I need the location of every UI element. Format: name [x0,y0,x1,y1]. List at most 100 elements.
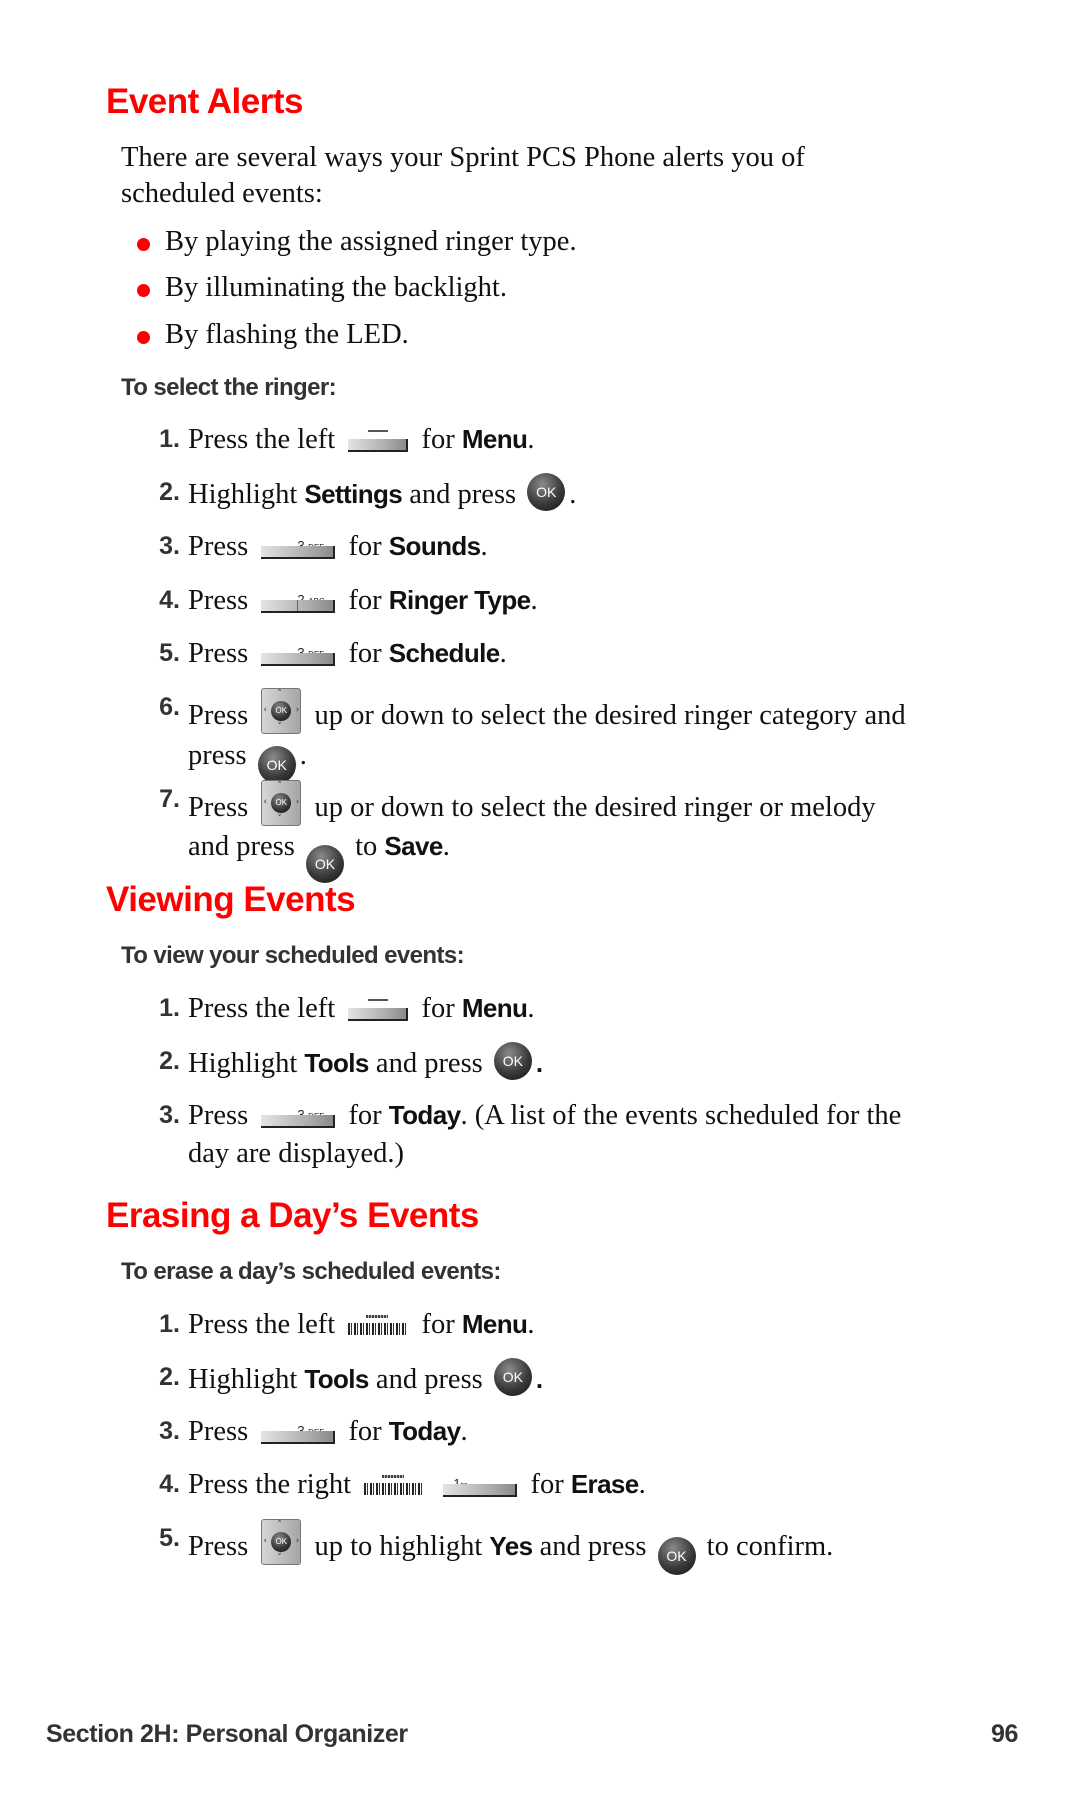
step-text: for [348,585,382,616]
step-text: . [638,1469,646,1500]
step-text: to confirm. [706,1531,834,1562]
menu-term: Today [388,1416,461,1446]
step-number: 7. [159,785,180,813]
menu-term: Schedule [388,638,500,668]
step-number: 2. [159,1363,180,1391]
page-number: 96 [991,1720,1019,1748]
step-number: 5. [159,639,180,667]
step-text: for [530,1469,564,1500]
step-text: for [421,993,455,1024]
step-text: . (A list of the events scheduled for th… [460,1100,902,1131]
step-number: 2. [159,1047,180,1075]
step-text: and press [375,1048,483,1079]
manual-page: Event Alerts There are several ways your… [0,0,1080,1800]
left-softkey-icon [348,1309,409,1339]
intro-paragraph: There are several ways your Sprint PCS P… [121,140,921,212]
bullet-icon [137,283,150,297]
navigation-key-icon: ˄ ‹ OK › ˅ [261,1519,302,1565]
3-def-key-icon: 3 DEF [261,1096,336,1130]
step-text: Press [188,531,249,562]
procedure-title-select-ringer: To select the ringer: [121,374,337,401]
heading-viewing-events: Viewing Events [106,880,356,919]
step-text: . [442,831,450,862]
step-text: Press the right [188,1469,352,1500]
step-text: for [421,424,455,455]
step-text: Press the left [188,1309,336,1340]
step-text: . [569,479,577,510]
step-number: 1. [159,994,180,1022]
3-def-key-icon: 3 DEF [261,527,336,561]
step-text: Press [188,1416,249,1447]
procedure-title-erase-events: To erase a day’s scheduled events: [121,1258,501,1285]
step-number: 4. [159,586,180,614]
bullet-icon [137,237,150,251]
intro-line-1: There are several ways your Sprint PCS P… [121,142,805,173]
ok-button-icon: OK [493,1358,532,1396]
step-text: . [499,638,507,669]
step-text: Press the left [188,993,336,1024]
step-number: 5. [159,1524,180,1552]
menu-term: Menu [461,424,528,454]
bullet-item: By flashing the LED. [137,319,409,351]
step-text: Press the left [188,424,336,455]
bullet-text: By illuminating the backlight. [165,272,507,303]
menu-term: Settings [304,479,403,509]
step-text: and press [375,1364,483,1395]
menu-term: Save [384,831,443,861]
step-text: Highlight [188,1048,298,1079]
step-text: Highlight [188,1364,298,1395]
step-text: Press [188,1100,249,1131]
heading-erasing-events: Erasing a Day’s Events [106,1196,479,1235]
bullet-item: By playing the assigned ringer type. [137,226,577,258]
step-text: Press [188,1531,249,1562]
step-text: to [355,831,378,862]
step-number: 4. [159,1470,180,1498]
left-softkey-icon [348,993,409,1023]
step-text: . [535,1364,543,1394]
step-text: and press [188,831,295,862]
step-number: 1. [159,1310,180,1338]
2-abc-key-icon: 2 ABC [261,581,336,615]
step-number: 1. [159,425,180,453]
step-text: Press [188,638,249,669]
step-text: . [535,1048,543,1078]
step-number: 3. [159,1101,180,1129]
bullet-item: By illuminating the backlight. [137,272,507,304]
step-number: 3. [159,532,180,560]
ok-button-icon: OK [527,473,566,511]
right-softkey-icon [364,1469,425,1499]
step-number: 6. [159,693,180,721]
intro-line-2: scheduled events: [121,178,323,209]
step-text: press [188,740,247,771]
step-text: and press [539,1531,647,1562]
bullet-text: By flashing the LED. [165,319,409,350]
step-text: . [527,1309,535,1340]
step-text: . [530,585,538,616]
menu-term: Menu [461,1309,528,1339]
step-text: Press [188,700,249,731]
step-text: . [460,1416,468,1447]
menu-term: Menu [461,993,528,1023]
step-text: Press [188,585,249,616]
step-text: up or down to select the desired ringer … [314,700,906,731]
1-voicemail-key-icon: 1✉ [443,1465,518,1499]
step-text: . [299,740,307,771]
left-softkey-icon [348,424,409,454]
step-text: up to highlight [314,1531,483,1562]
step-text: Press [188,792,249,823]
step-text: for [421,1309,455,1340]
step-text: for [348,638,382,669]
menu-term: Erase [570,1469,639,1499]
ok-button-icon: OK [657,1537,696,1575]
step-text: . [480,531,488,562]
menu-term: Tools [304,1048,369,1078]
menu-term: Yes [489,1531,533,1561]
navigation-key-icon: ˄ ‹ OK › ˅ [261,688,302,734]
ok-button-icon: OK [305,845,344,883]
heading-event-alerts: Event Alerts [106,82,303,121]
step-number: 3. [159,1417,180,1445]
menu-term: Ringer Type [388,585,531,615]
step-text: Highlight [188,479,298,510]
ok-button-icon: OK [493,1042,532,1080]
ok-button-icon: OK [257,746,296,784]
